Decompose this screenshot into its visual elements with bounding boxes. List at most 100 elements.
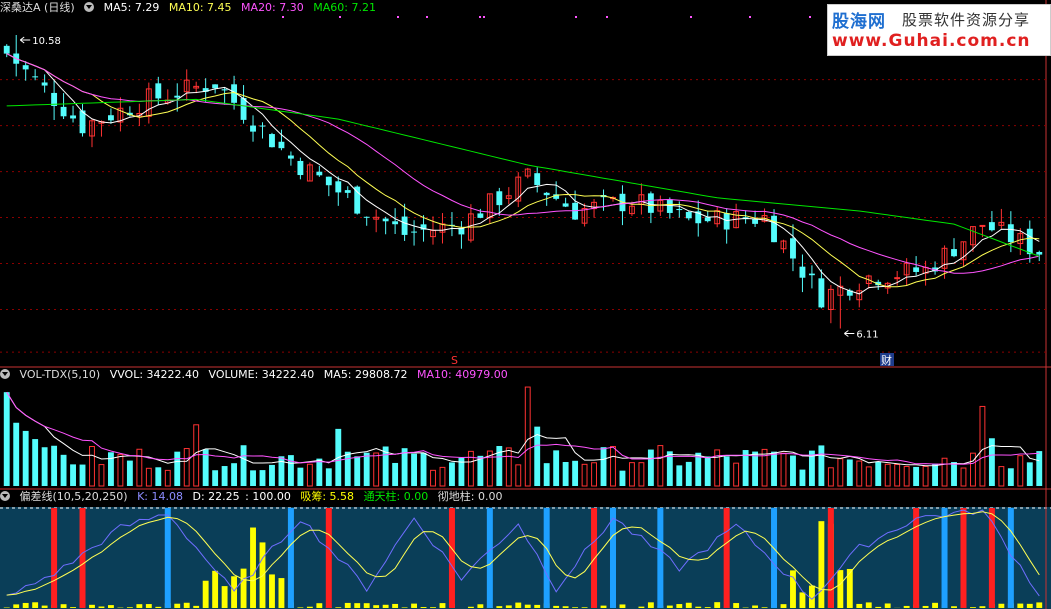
candle-body [287,155,294,159]
xichou-bar [695,606,702,608]
toggle-circle-icon[interactable] [0,491,10,501]
volume-bar [543,463,550,486]
volume-bar [136,448,143,487]
xichou-bar [799,592,806,608]
xichou-bar [619,604,626,608]
volume-bar [373,452,380,487]
signal-dot [397,16,399,18]
ma60-readout: MA60: 7.21 [313,1,376,14]
candle-body [382,218,389,222]
candle-body [297,160,304,176]
volume-bar [628,462,635,487]
volume-bar [894,464,901,487]
volume-bar [572,460,579,486]
volume-bars [3,386,1043,487]
candle-body [278,141,285,149]
xichou-bar [477,604,484,608]
xichou-bar [572,607,579,608]
volume-bar [98,464,105,487]
xichou-bar [922,605,929,608]
signal-dot [606,16,608,18]
tongtian-bar [723,508,730,608]
xichou-bar [647,602,654,608]
xichou-bar [401,607,408,608]
volume-bar [970,452,976,487]
volume-bar [3,392,10,486]
candle-body [1007,224,1014,243]
finance-marker: 财 [881,353,892,367]
xichou-bar [107,605,114,608]
vol-ma10-line [6,391,1040,465]
xichou-bar [373,605,380,608]
xichou-bar [752,605,759,608]
xichou-bar [685,602,692,608]
ma10-readout: MA10: 7.45 [168,1,232,14]
candle-body [818,278,825,308]
candle-body [1026,228,1033,255]
volume-bar [221,466,228,486]
chedi-bar [609,508,616,608]
d-readout: D: 22.25 [192,490,240,503]
volume-bar [231,463,238,486]
volume-bar [477,455,484,486]
volume-bar [1036,451,1043,486]
toggle-circle-icon[interactable] [84,2,95,12]
volume-bar [250,470,256,486]
volume-bar [41,447,48,486]
stock-title: 深桑达A (日线) [0,1,75,14]
signal-dot [575,16,577,18]
volume-bar [846,459,853,486]
xichou-bar [344,602,351,608]
candle-body [799,266,806,278]
chart-canvas: 10.58 6.11 财 S [0,0,1051,609]
watermark-url: www.Guhai.com.cn [832,31,1031,51]
candle-body [70,115,76,119]
volume-bar [107,452,114,486]
xichou-bar [761,607,768,608]
candle-body [325,176,332,186]
chedi-bar [771,508,778,608]
candle-body [1036,251,1043,255]
c-readout: : 100.00 [245,490,291,503]
signal-dot [426,16,428,18]
candle-body [363,216,370,218]
tongtian-bar [325,508,332,608]
volume-bar [287,455,294,486]
xichou-bar [970,607,976,608]
volume-bar [932,463,939,486]
volume-bar [780,452,787,487]
candle-body [174,95,181,98]
xichou-bar [240,568,247,608]
volume-bar [51,445,58,486]
candle-body [107,115,114,121]
candle-body [979,224,986,227]
xichou-bar [382,604,389,608]
chedi-bar [486,508,493,608]
tongtian-bar [79,508,86,608]
xichou-bar [212,570,219,608]
candle-body [666,199,673,213]
volume-bar [392,462,399,486]
candle-body [3,45,10,54]
xichou-bar [420,607,427,608]
volume-bar [960,467,967,487]
volume-bar [884,463,891,487]
volume-bar [430,469,436,487]
volume-bar [591,462,597,487]
xichou-bar [231,576,238,608]
xichou-bar [297,607,304,608]
volume-bar [89,446,95,487]
ma20-readout: MA20: 7.30 [241,1,304,14]
candle-body [22,65,29,70]
xichou-bar [1026,603,1033,608]
xichou-bar [638,606,645,608]
xichou-bar [884,603,891,608]
toggle-circle-icon[interactable] [0,369,10,379]
volume-bar [524,386,531,487]
candle-body [411,231,418,233]
xichou-bar [875,606,882,608]
watermark-tagline: 股票软件资源分享 [902,11,1031,29]
tongtian-bar [51,508,58,608]
xichou-bar [13,604,20,608]
volume-bar [183,448,190,487]
